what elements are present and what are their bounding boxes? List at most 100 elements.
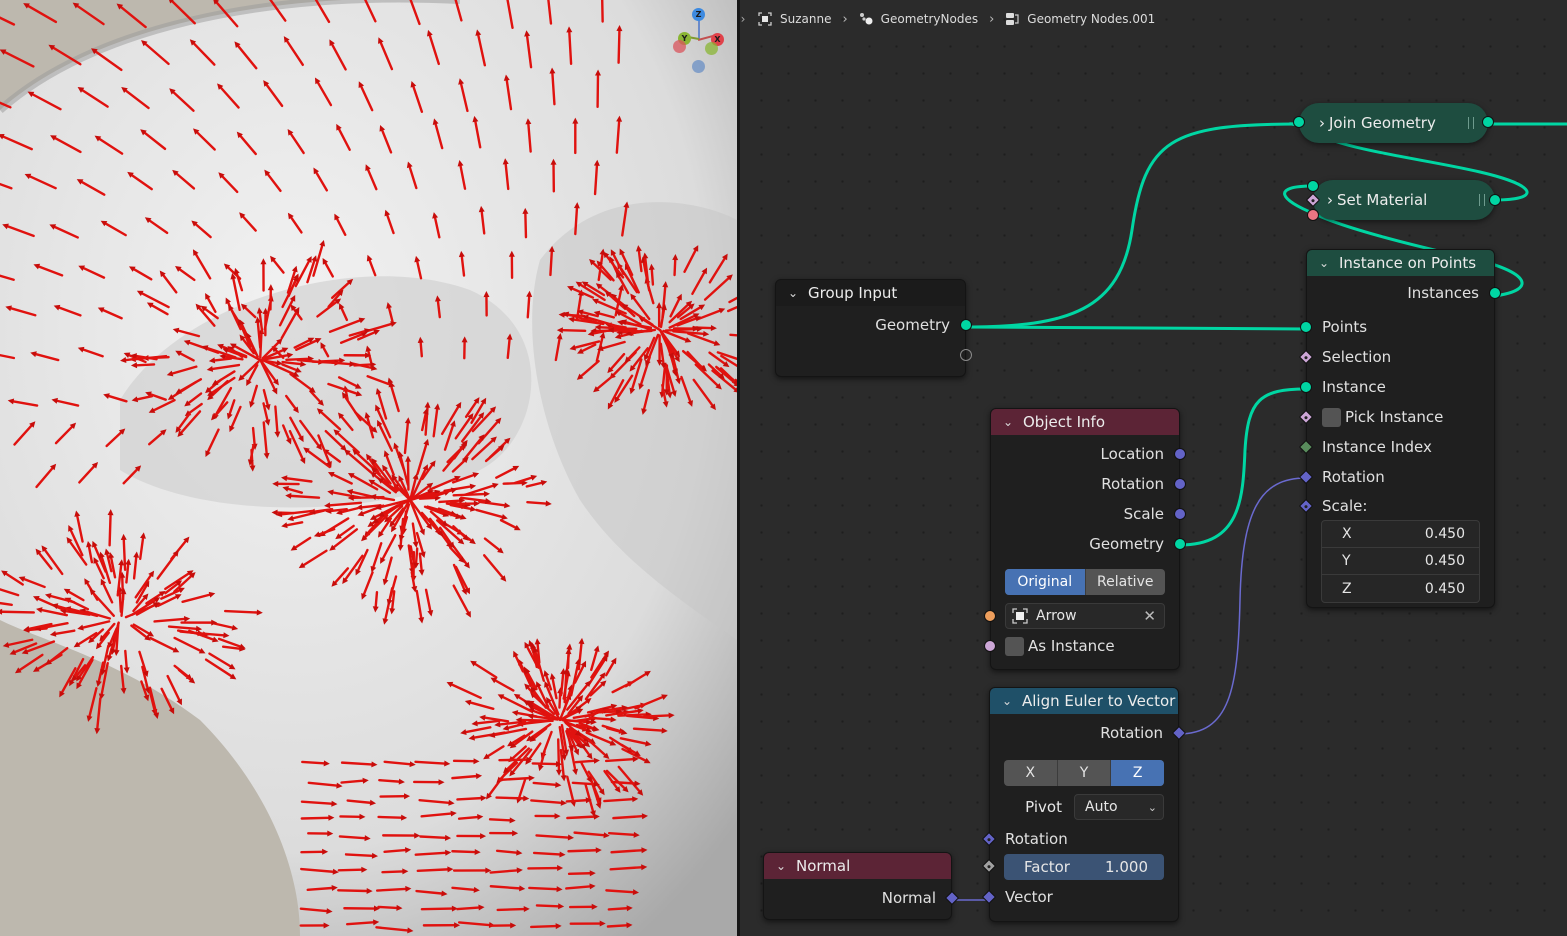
geometry-output-socket[interactable]	[1489, 194, 1501, 206]
scale-output-socket[interactable]	[1174, 508, 1186, 520]
rotation-output-socket[interactable]	[1171, 725, 1187, 741]
factor-input-socket[interactable]	[981, 858, 997, 874]
collapse-chevron-icon[interactable]: ⌄	[1319, 256, 1333, 270]
pick-instance-input-socket[interactable]	[1298, 409, 1314, 425]
viewport-scene[interactable]	[0, 0, 737, 936]
axis-y-button[interactable]: Y	[1058, 760, 1112, 786]
scale-input-socket[interactable]	[1298, 498, 1314, 514]
points-input-socket[interactable]	[1300, 321, 1312, 333]
geometry-input-socket[interactable]	[1293, 116, 1305, 128]
normal-arrow	[416, 868, 449, 873]
normal-arrow	[606, 924, 628, 928]
collapse-chevron-icon[interactable]: ⌄	[1003, 415, 1017, 429]
scale-y-field[interactable]: Y 0.450	[1322, 548, 1479, 575]
gizmo-neg-x-axis[interactable]	[673, 40, 686, 53]
geometry-output-socket[interactable]	[1482, 116, 1494, 128]
object-field[interactable]: Arrow ✕	[984, 603, 1165, 629]
object-input-socket[interactable]	[984, 610, 996, 622]
rotation-input-socket[interactable]	[981, 831, 997, 847]
socket-label: Rotation	[1100, 724, 1163, 742]
normal-arrow	[378, 778, 401, 783]
location-output-socket[interactable]	[1174, 448, 1186, 460]
normal-arrow-head	[94, 727, 101, 735]
axis-x-button[interactable]: X	[1004, 760, 1058, 786]
geometry-input-socket[interactable]	[1307, 180, 1319, 192]
node-title: Object Info	[1023, 413, 1106, 431]
node-title: Group Input	[808, 284, 898, 302]
node-set-material[interactable]: › Set Material	[1305, 180, 1501, 221]
normal-arrow	[330, 361, 351, 366]
pivot-dropdown[interactable]: Auto ⌄	[1074, 794, 1164, 820]
instance-input-socket[interactable]	[1300, 381, 1312, 393]
node-header[interactable]: ⌄ Object Info	[991, 409, 1179, 435]
gizmo-neg-z-axis[interactable]	[692, 60, 705, 73]
geometry-output-socket[interactable]	[960, 319, 972, 331]
normal-arrow	[419, 835, 447, 840]
breadcrumb-item-node-tree[interactable]: Geometry Nodes.001	[1005, 12, 1155, 26]
relative-button[interactable]: Relative	[1086, 569, 1166, 595]
node-editor[interactable]: › Suzanne › GeometryNodes › Geometry Nod…	[740, 0, 1567, 936]
socket-label: Instances	[1407, 284, 1479, 302]
selection-input-socket[interactable]	[1298, 349, 1314, 365]
instance-index-input-socket[interactable]	[1298, 439, 1314, 455]
grip-icon[interactable]	[1479, 194, 1485, 206]
node-object-info[interactable]: ⌄ Object Info Location Rotation Scale Ge…	[984, 408, 1186, 670]
normal-arrow	[574, 206, 579, 236]
normal-arrow	[566, 815, 596, 820]
node-header[interactable]: ⌄ Normal	[764, 853, 951, 879]
expand-chevron-icon[interactable]: ›	[1319, 114, 1325, 132]
material-input-socket[interactable]	[1307, 209, 1319, 221]
instances-output-socket[interactable]	[1489, 287, 1501, 299]
vector-input-socket[interactable]	[981, 889, 997, 905]
breadcrumb-item-object[interactable]: Suzanne	[758, 12, 831, 26]
sidebar-toggle-chevron-icon[interactable]: ›	[740, 9, 750, 29]
node-normal[interactable]: ⌄ Normal Normal	[763, 852, 960, 920]
node-header[interactable]: ⌄ Instance on Points	[1307, 250, 1494, 276]
collapse-chevron-icon[interactable]: ⌄	[1002, 694, 1016, 708]
geometry-output-socket[interactable]	[1174, 538, 1186, 550]
node-title: Align Euler to Vector	[1022, 692, 1176, 710]
as-instance-input-socket[interactable]	[984, 640, 996, 652]
breadcrumb-item-modifier[interactable]: GeometryNodes	[859, 12, 978, 26]
collapse-chevron-icon[interactable]: ⌄	[776, 859, 790, 873]
selection-input-socket[interactable]	[1305, 192, 1321, 208]
output-scale: Scale	[991, 499, 1186, 529]
node-group-input[interactable]: ⌄ Group Input Geometry	[775, 279, 972, 377]
normal-arrow	[300, 816, 330, 820]
collapse-chevron-icon[interactable]: ⌄	[788, 286, 802, 300]
factor-field[interactable]: Factor 1.000	[981, 854, 1164, 880]
axis-z-button[interactable]: Z	[1111, 760, 1164, 786]
normal-arrow	[561, 329, 587, 332]
pick-instance-checkbox[interactable]	[1322, 407, 1341, 427]
original-button[interactable]: Original	[1005, 569, 1086, 595]
expand-chevron-icon[interactable]: ›	[1327, 191, 1333, 209]
clear-x-icon[interactable]: ✕	[1143, 607, 1156, 625]
navigation-gizmo[interactable]: Z Y X	[668, 6, 730, 73]
input-as-instance: As Instance	[984, 631, 1179, 661]
normal-arrow	[76, 4, 105, 26]
grip-icon[interactable]	[1468, 117, 1474, 129]
node-join-geometry[interactable]: › Join Geometry	[1293, 103, 1494, 143]
scale-x-field[interactable]: X 0.450	[1322, 521, 1479, 548]
gizmo-z-axis[interactable]: Z	[692, 8, 705, 21]
node-header[interactable]: ⌄ Group Input	[776, 280, 965, 306]
pivot-row: Pivot Auto ⌄	[1004, 794, 1164, 820]
as-instance-checkbox[interactable]	[1005, 636, 1024, 656]
normal-output-socket[interactable]	[944, 890, 960, 906]
scale-z-field[interactable]: Z 0.450	[1322, 575, 1479, 602]
normal-arrow	[617, 29, 621, 64]
empty-output-socket[interactable]	[960, 349, 972, 361]
socket-label: Rotation	[1005, 830, 1068, 848]
socket-label: Instance Index	[1322, 438, 1432, 456]
rotation-input-socket[interactable]	[1298, 469, 1314, 485]
rotation-output-socket[interactable]	[1174, 478, 1186, 490]
output-location: Location	[991, 439, 1186, 469]
normal-arrow	[88, 687, 98, 718]
node-align-euler-to-vector[interactable]: ⌄ Align Euler to Vector Rotation X Y Z P…	[981, 687, 1187, 922]
node-instance-on-points[interactable]: ⌄ Instance on Points Instances Points Se…	[1298, 249, 1501, 608]
normal-arrow	[251, 426, 256, 446]
gizmo-neg-y-axis[interactable]	[705, 42, 718, 55]
output-instances: Instances	[1307, 278, 1501, 308]
node-header[interactable]: ⌄ Align Euler to Vector	[990, 688, 1178, 714]
3d-viewport[interactable]: Z Y X	[0, 0, 737, 936]
